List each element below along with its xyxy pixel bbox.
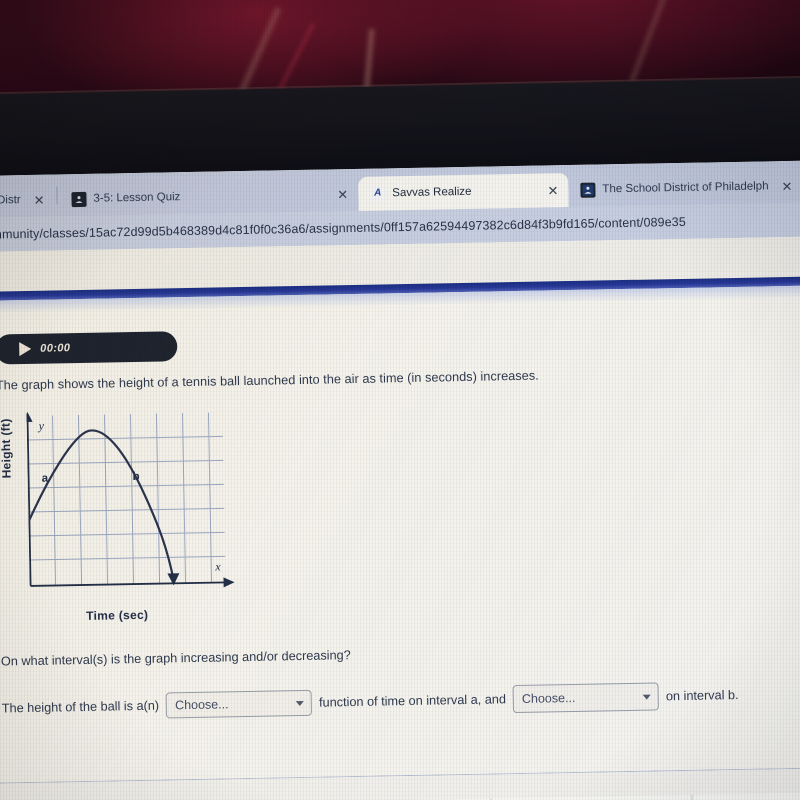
answer-trailing-text: on interval b.: [665, 687, 739, 704]
interval-b-select-value: Choose...: [521, 690, 576, 706]
tab-title: 3-5: Lesson Quiz: [93, 191, 181, 205]
tab-close-icon[interactable]: ✕: [547, 183, 558, 198]
browser-tab-school-district-philadelphia[interactable]: The School District of Philadelph ✕: [568, 168, 800, 208]
graph-y-axis-label: Height (ft): [0, 418, 14, 479]
tab-close-icon[interactable]: ✕: [781, 178, 792, 193]
play-icon[interactable]: [19, 341, 32, 357]
graph-x-axis-label: Time (sec): [86, 607, 149, 623]
photo-of-laptop-screen: ool Distr ✕ 3-5: Lesson Quiz ✕ A Savvas …: [0, 0, 800, 800]
laptop-screen: ool Distr ✕ 3-5: Lesson Quiz ✕ A Savvas …: [0, 159, 800, 800]
worksheet-panel: 00:00 The graph shows the height of a te…: [0, 296, 800, 783]
answer-middle-text: function of time on interval a, and: [318, 692, 507, 710]
tab-separator: [56, 186, 58, 205]
chevron-down-icon[interactable]: [642, 694, 651, 700]
svg-text:y: y: [38, 419, 45, 433]
savvas-favicon-icon: [71, 191, 87, 207]
footer-panel-right: [691, 791, 800, 800]
answer-lead-text: The height of the ball is a(n): [1, 698, 160, 716]
interval-a-select-value: Choose...: [174, 697, 229, 713]
browser-tab-lesson-quiz[interactable]: 3-5: Lesson Quiz ✕: [59, 176, 359, 217]
tab-title: ool Distr: [0, 194, 21, 207]
footer-panel-middle: [490, 794, 692, 800]
tab-title: The School District of Philadelph: [602, 180, 769, 196]
browser-tab-school-district-1[interactable]: ool Distr ✕: [0, 182, 55, 219]
audio-timestamp: 00:00: [40, 342, 71, 355]
worksheet-prompt: The graph shows the height of a tennis b…: [0, 368, 539, 393]
svg-text:a: a: [42, 473, 49, 485]
answer-row: The height of the ball is a(n) Choose...…: [2, 679, 800, 722]
tab-close-icon[interactable]: ✕: [34, 192, 45, 207]
interval-b-select[interactable]: Choose...: [512, 682, 660, 714]
audio-player[interactable]: 00:00: [0, 331, 178, 365]
parabola-graph: Height (ft) Time (sec) y x a b: [0, 405, 290, 630]
address-bar-url: srealize.com/community/classes/15ac72d99…: [0, 214, 686, 244]
tab-close-icon[interactable]: ✕: [337, 187, 348, 202]
graph-plot-area: y x a b: [26, 406, 235, 600]
chevron-down-icon[interactable]: [296, 700, 305, 707]
light-streak: [627, 0, 679, 83]
school-district-favicon-icon: [580, 182, 596, 198]
interval-a-select[interactable]: Choose...: [165, 689, 313, 719]
svg-text:x: x: [214, 559, 221, 573]
savvas-favicon-icon: A: [370, 185, 386, 202]
tab-title: Savvas Realize: [392, 185, 472, 200]
svg-text:b: b: [133, 471, 140, 483]
browser-tab-savvas-realize-active[interactable]: A Savvas Realize ✕: [357, 173, 569, 211]
worksheet-question: On what interval(s) is the graph increas…: [0, 648, 351, 669]
